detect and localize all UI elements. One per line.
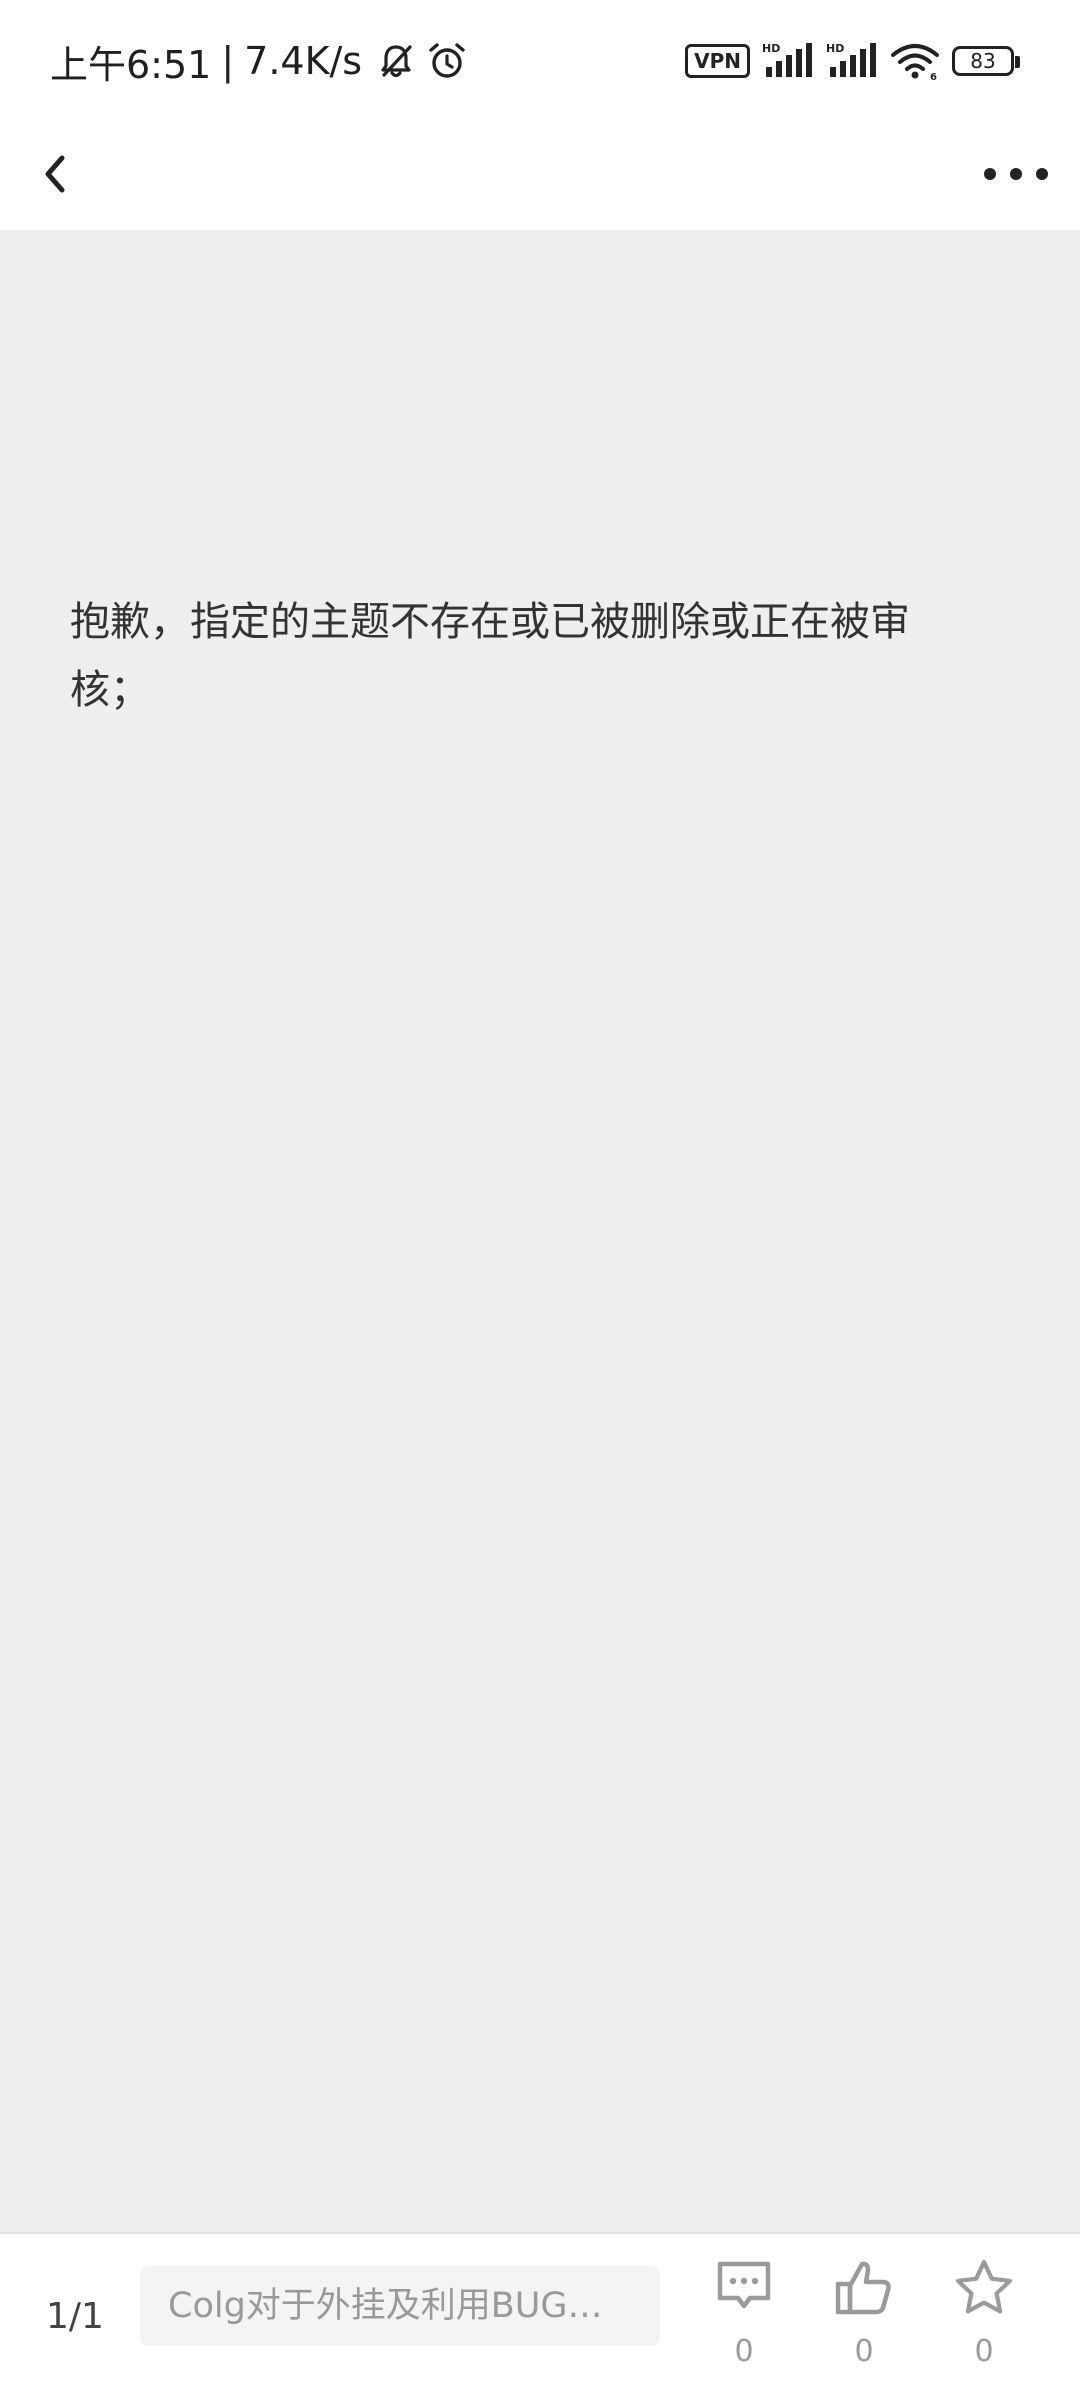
content-area: 抱歉，指定的主题不存在或已被删除或正在被审核； xyxy=(0,230,1080,2232)
like-count: 0 xyxy=(854,2334,874,2369)
battery-icon: 83 xyxy=(952,46,1020,76)
status-separator: | xyxy=(221,39,235,83)
reply-input[interactable]: Colg对于外挂及利用BUG进... xyxy=(140,2266,660,2346)
vpn-icon: VPN xyxy=(685,44,750,78)
more-button[interactable] xyxy=(976,144,1056,204)
bell-off-icon xyxy=(376,41,416,81)
status-left: 上午6:51 | 7.4K/s xyxy=(50,36,468,87)
favorite-count: 0 xyxy=(974,2334,994,2369)
svg-text:HD: HD xyxy=(762,42,780,55)
like-button[interactable]: 0 xyxy=(819,2248,909,2388)
alarm-icon xyxy=(426,40,468,82)
svg-text:6: 6 xyxy=(930,72,937,81)
star-icon xyxy=(955,2259,1013,2314)
nav-bar xyxy=(0,120,1080,230)
svg-text:HD: HD xyxy=(826,42,844,55)
network-speed: 7.4K/s xyxy=(244,39,363,83)
status-bar: 上午6:51 | 7.4K/s VPN HD HD 6 83 xyxy=(0,0,1080,120)
comment-icon xyxy=(717,2261,771,2309)
comment-count: 0 xyxy=(734,2334,754,2369)
page-indicator[interactable]: 1/1 xyxy=(46,2274,104,2360)
status-time: 上午6:51 xyxy=(50,42,212,87)
wifi-icon: 6 xyxy=(890,41,940,81)
favorite-button[interactable]: 0 xyxy=(939,2248,1029,2388)
signal-hd-icon: HD xyxy=(826,41,878,81)
chevron-left-icon xyxy=(45,155,65,193)
more-horizontal-icon xyxy=(984,168,1048,180)
error-message: 抱歉，指定的主题不存在或已被删除或正在被审核； xyxy=(70,599,910,713)
comment-button[interactable]: 0 xyxy=(699,2248,789,2388)
bottom-bar: 1/1 Colg对于外挂及利用BUG进... 0 0 0 xyxy=(0,2232,1080,2400)
signal-hd-icon: HD xyxy=(762,41,814,81)
status-right: VPN HD HD 6 83 xyxy=(685,36,1020,86)
back-button[interactable] xyxy=(26,144,86,204)
thumbs-up-icon xyxy=(835,2261,891,2315)
battery-level: 83 xyxy=(970,49,996,73)
